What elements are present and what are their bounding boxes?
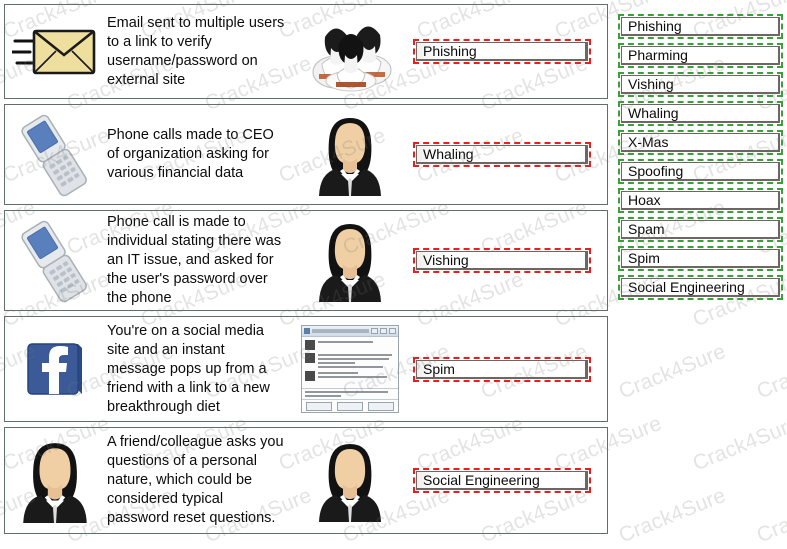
bank-item-label: Spim [621, 249, 780, 268]
chat-action-button[interactable] [306, 401, 333, 411]
envelope-speed-icon [10, 23, 98, 81]
chat-message-list [302, 337, 398, 388]
scenario-description: You're on a social media site and an ins… [107, 322, 270, 415]
answer-label: Spim [416, 359, 588, 379]
watermark-text: Crack4Sure [615, 483, 729, 548]
table-row: A friend/colleague asks you questions of… [4, 427, 608, 534]
chat-action-button[interactable] [367, 401, 394, 411]
scenario-description: Phone calls made to CEO of organization … [107, 127, 274, 181]
answer-dropzone[interactable]: Phishing [413, 39, 591, 64]
table-row: Email sent to multiple users to a link t… [4, 4, 608, 99]
bank-item-spim[interactable]: Spim [618, 246, 783, 271]
minimize-icon[interactable] [371, 328, 378, 334]
bank-item-label: Phishing [621, 17, 780, 36]
chat-action-button[interactable] [336, 401, 363, 411]
bank-item-label: Vishing [621, 75, 780, 94]
table-row: You're on a social media site and an ins… [4, 316, 608, 422]
row-icon-cell [5, 113, 105, 197]
message-text [318, 371, 395, 381]
row-icon-cell [5, 23, 105, 81]
answer-bank: Phishing Pharming Vishing Whaling X-Mas … [618, 14, 783, 304]
row-answer-cell: Whaling [409, 142, 607, 167]
answer-dropzone[interactable]: Social Engineering [413, 468, 591, 493]
bank-item-x-mas[interactable]: X-Mas [618, 130, 783, 155]
facebook-logo-icon [24, 338, 86, 400]
row-icon-cell [5, 219, 105, 303]
flip-phone-icon [12, 113, 98, 197]
scenario-description: Phone call is made to individual stating… [107, 214, 282, 306]
table-row: Phone call is made to individual stating… [4, 210, 608, 311]
group-of-users-icon [306, 12, 394, 92]
bank-item-phishing[interactable]: Phishing [618, 14, 783, 39]
avatar [305, 340, 315, 350]
watermark-text: Crack4Sure [615, 339, 729, 404]
bank-item-label: Social Engineering [621, 278, 780, 297]
businesswoman-icon [315, 220, 385, 302]
bank-item-vishing[interactable]: Vishing [618, 72, 783, 97]
message-text [318, 340, 395, 350]
chat-window-titlebar [302, 326, 398, 337]
businesswoman-icon [315, 114, 385, 196]
row-icon-cell [5, 439, 105, 523]
list-item [305, 340, 395, 350]
message-text [318, 353, 395, 368]
bank-item-label: Spoofing [621, 162, 780, 181]
businesswoman-icon [315, 440, 385, 522]
matching-exercise-page: Email sent to multiple users to a link t… [0, 0, 787, 549]
answer-label: Phishing [416, 42, 588, 61]
watermark-text: Crack4Sure [689, 411, 787, 476]
avatar [305, 353, 315, 363]
bank-item-label: X-Mas [621, 133, 780, 152]
answer-label: Whaling [416, 145, 588, 164]
chat-input-area[interactable] [302, 388, 398, 399]
row-answer-cell: Spim [409, 356, 607, 382]
answer-label: Social Engineering [416, 471, 588, 490]
bank-item-label: Whaling [621, 104, 780, 123]
row-picture-cell [291, 440, 409, 522]
bank-item-label: Spam [621, 220, 780, 239]
row-answer-cell: Social Engineering [409, 468, 607, 493]
bank-item-label: Pharming [621, 46, 780, 65]
chat-window-title [312, 329, 369, 333]
table-row: Phone calls made to CEO of organization … [4, 104, 608, 205]
answer-label: Vishing [416, 251, 588, 270]
scenario-row-list: Email sent to multiple users to a link t… [4, 4, 608, 539]
chat-app-icon [304, 328, 310, 334]
scenario-description: A friend/colleague asks you questions of… [107, 434, 284, 526]
bank-item-pharming[interactable]: Pharming [618, 43, 783, 68]
row-icon-cell [5, 338, 105, 400]
watermark-text: Crack4Sure [753, 339, 787, 404]
row-picture-cell [291, 325, 409, 413]
bank-item-label: Hoax [621, 191, 780, 210]
bank-item-social-engineering[interactable]: Social Engineering [618, 275, 783, 300]
row-picture-cell [291, 114, 409, 196]
row-picture-cell [291, 12, 409, 92]
list-item [305, 371, 395, 381]
flip-phone-icon [12, 219, 98, 303]
row-picture-cell [291, 220, 409, 302]
scenario-description: Email sent to multiple users to a link t… [107, 14, 285, 88]
bank-item-hoax[interactable]: Hoax [618, 188, 783, 213]
bank-item-spam[interactable]: Spam [618, 217, 783, 242]
businesswoman-icon [19, 439, 91, 523]
bank-item-whaling[interactable]: Whaling [618, 101, 783, 126]
list-item [305, 353, 395, 368]
bank-item-spoofing[interactable]: Spoofing [618, 159, 783, 184]
chat-window-buttons [302, 399, 398, 412]
answer-dropzone[interactable]: Whaling [413, 142, 591, 167]
close-icon[interactable] [389, 328, 396, 334]
avatar [305, 371, 315, 381]
row-answer-cell: Phishing [409, 39, 607, 64]
instant-message-window-icon [301, 325, 399, 413]
answer-dropzone[interactable]: Spim [413, 356, 591, 382]
answer-dropzone[interactable]: Vishing [413, 248, 591, 273]
watermark-text: Crack4Sure [753, 483, 787, 548]
maximize-icon[interactable] [380, 328, 387, 334]
row-answer-cell: Vishing [409, 248, 607, 273]
